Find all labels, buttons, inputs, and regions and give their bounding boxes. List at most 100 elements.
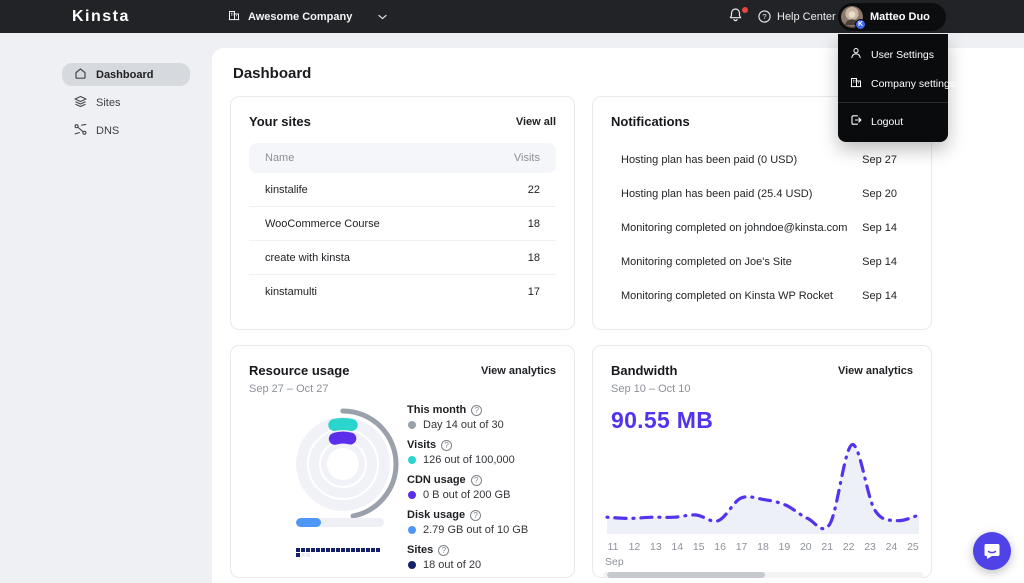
chevron-down-icon <box>378 11 387 23</box>
sites-usage-squares <box>296 548 384 557</box>
user-menu-button[interactable]: K Matteo Duo <box>838 3 946 31</box>
card-title: Bandwidth <box>611 363 678 378</box>
network-icon <box>74 123 87 139</box>
usage-legend: This month? Day 14 out of 30 Visits? 126 … <box>407 404 528 579</box>
site-visits: 17 <box>527 286 540 298</box>
bandwidth-period: Sep 10 – Oct 10 <box>611 383 691 395</box>
layers-icon <box>74 95 87 111</box>
svg-text:?: ? <box>762 12 766 21</box>
menu-item-user-settings[interactable]: User Settings <box>838 40 948 69</box>
avatar-badge: K <box>855 19 866 30</box>
table-row[interactable]: kinstalife 22 <box>249 173 556 207</box>
table-header: Name Visits <box>249 143 556 173</box>
notification-text: Hosting plan has been paid (25.4 USD) <box>621 188 813 200</box>
notification-row[interactable]: Monitoring completed on Kinsta WP Rocket… <box>611 279 913 313</box>
sidebar-item-dashboard[interactable]: Dashboard <box>62 63 190 86</box>
legend-label: This month <box>407 404 467 416</box>
legend-item-sites: Sites? 18 out of 20 <box>407 544 528 571</box>
site-visits: 18 <box>527 217 540 230</box>
notification-row[interactable]: Monitoring completed on Joe's Site Sep 14 <box>611 245 913 279</box>
notification-text: Monitoring completed on johndoe@kinsta.c… <box>621 222 848 234</box>
table-row[interactable]: create with kinsta 18 <box>249 241 556 275</box>
notification-row[interactable]: Hosting plan has been paid (0 USD) Sep 27 <box>611 143 913 177</box>
legend-label: CDN usage <box>407 474 466 486</box>
usage-square <box>306 553 310 557</box>
user-icon <box>850 47 862 62</box>
company-name: Awesome Company <box>248 10 353 23</box>
legend-value: 18 out of 20 <box>423 559 482 571</box>
usage-period: Sep 27 – Oct 27 <box>249 383 329 395</box>
sidebar-item-label: Dashboard <box>96 68 154 81</box>
usage-square <box>366 548 370 552</box>
help-circle-icon[interactable]: ? <box>470 509 482 521</box>
x-tick-label: 13 <box>650 541 662 553</box>
x-tick-label: 22 <box>842 541 855 553</box>
usage-square <box>316 548 320 552</box>
building-icon <box>228 9 240 24</box>
help-circle-icon[interactable]: ? <box>441 439 453 451</box>
chart-x-axis: 11 12 13 14 15 16 17 18 19 20 21 22 23 24 25 <box>603 541 923 553</box>
bandwidth-total: 90.55 MB <box>611 407 714 433</box>
notification-dot <box>742 7 748 13</box>
help-circle-icon[interactable]: ? <box>471 404 483 416</box>
notification-text: Monitoring completed on Kinsta WP Rocket <box>621 290 833 302</box>
table-row[interactable]: WooCommerce Course 18 <box>249 207 556 241</box>
chart-scrollbar[interactable] <box>603 572 923 578</box>
x-tick-label: 18 <box>757 541 769 553</box>
legend-label: Visits <box>407 439 437 451</box>
usage-square <box>346 548 350 552</box>
user-dropdown-menu: User Settings Company settings Logout <box>838 34 955 142</box>
legend-label: Disk usage <box>407 509 466 521</box>
legend-value: Day 14 out of 30 <box>423 419 504 431</box>
usage-square <box>361 548 365 552</box>
notifications-bell-button[interactable] <box>728 7 748 27</box>
logout-icon <box>850 114 862 129</box>
legend-dot <box>408 421 416 429</box>
notification-row[interactable]: Hosting plan has been paid (25.4 USD) Sep… <box>611 177 913 211</box>
legend-label: Sites <box>407 544 434 556</box>
x-tick-label: 15 <box>692 541 705 553</box>
resource-usage-card: Resource usage View analytics Sep 27 – O… <box>230 345 575 578</box>
table-row[interactable]: kinstamulti 17 <box>249 275 556 309</box>
menu-item-company-settings[interactable]: Company settings <box>838 69 955 98</box>
view-all-link[interactable]: View all <box>516 116 556 128</box>
notification-date: Sep 14 <box>862 222 897 234</box>
notification-date: Sep 14 <box>862 290 897 302</box>
your-sites-card: Your sites View all Name Visits kinstali… <box>230 96 575 330</box>
notification-row[interactable]: Monitoring completed on johndoe@kinsta.c… <box>611 211 913 245</box>
notifications-list: Hosting plan has been paid (0 USD) Sep 27… <box>611 143 913 313</box>
x-tick-label: 24 <box>885 541 898 553</box>
site-name: create with kinsta <box>265 251 350 264</box>
usage-square <box>296 553 300 557</box>
usage-square <box>321 548 325 552</box>
legend-item-cdn-usage: CDN usage? 0 B out of 200 GB <box>407 474 528 501</box>
bell-icon <box>729 8 742 22</box>
menu-item-label: User Settings <box>871 48 935 61</box>
sidebar-item-dns[interactable]: DNS <box>62 119 190 142</box>
legend-dot <box>408 456 416 464</box>
kinsta-dashboard: Kinsta Awesome Company ? Help Center K M… <box>0 0 1024 583</box>
help-circle-icon[interactable]: ? <box>438 544 450 556</box>
usage-square <box>356 548 360 552</box>
usage-square <box>331 548 335 552</box>
usage-square <box>371 548 375 552</box>
sidebar-item-sites[interactable]: Sites <box>62 91 190 114</box>
scrollbar-thumb[interactable] <box>607 572 765 578</box>
help-center-button[interactable]: ? Help Center <box>758 0 836 33</box>
site-visits: 18 <box>527 251 540 264</box>
notification-date: Sep 27 <box>862 154 897 166</box>
site-name: WooCommerce Course <box>265 217 380 230</box>
view-analytics-link[interactable]: View analytics <box>838 365 913 377</box>
view-analytics-link[interactable]: View analytics <box>481 365 556 377</box>
menu-item-logout[interactable]: Logout <box>838 107 948 136</box>
legend-item-visits: Visits? 126 out of 100,000 <box>407 439 528 466</box>
company-selector[interactable]: Awesome Company <box>228 0 387 33</box>
usage-square <box>326 548 330 552</box>
column-name: Name <box>265 152 295 164</box>
usage-donut <box>283 404 403 524</box>
intercom-chat-button[interactable] <box>973 532 1011 570</box>
help-circle-icon[interactable]: ? <box>470 474 482 486</box>
usage-square <box>336 548 340 552</box>
usage-square <box>311 548 315 552</box>
sites-table: kinstalife 22 WooCommerce Course 18 create w… <box>249 173 556 309</box>
